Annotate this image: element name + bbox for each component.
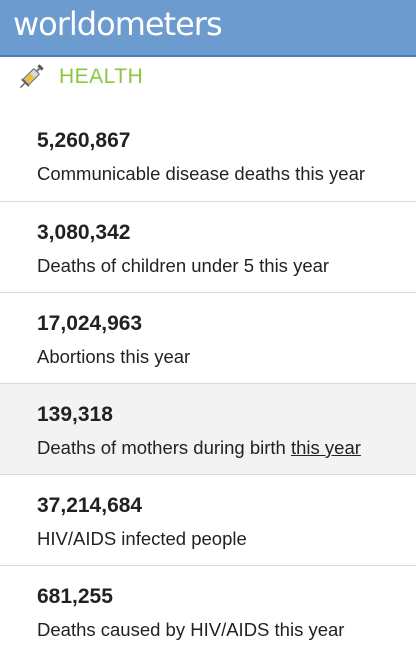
stat-label: Communicable disease deaths this year	[37, 163, 366, 184]
list-item[interactable]: 37,214,684 HIV/AIDS infected people	[0, 474, 416, 565]
syringe-icon	[19, 64, 44, 89]
list-item[interactable]: 139,318 Deaths of mothers during birth t…	[0, 383, 416, 474]
site-header: worldometers	[0, 0, 416, 57]
stat-value: 3,080,342	[37, 221, 131, 244]
list-item[interactable]: 5,260,867 Communicable disease deaths th…	[0, 110, 416, 201]
list-item[interactable]: 681,255 Deaths caused by HIV/AIDS this y…	[0, 565, 416, 656]
list-item[interactable]: 17,024,963 Abortions this year	[0, 292, 416, 383]
stat-label: Abortions this year	[37, 346, 191, 367]
stat-label: Deaths caused by HIV/AIDS this year	[37, 619, 345, 640]
site-logo[interactable]: worldometers	[13, 6, 223, 42]
stat-label: HIV/AIDS infected people	[37, 528, 247, 549]
stat-label-text: Deaths of mothers during birth	[37, 437, 291, 458]
stat-label: Deaths of mothers during birth this year	[37, 436, 361, 460]
stats-list: 5,260,867 Communicable disease deaths th…	[0, 110, 416, 656]
section-title[interactable]: HEALTH	[59, 64, 143, 90]
this-year-link[interactable]: this year	[291, 437, 361, 458]
stat-value: 17,024,963	[37, 312, 143, 335]
stat-value: 5,260,867	[37, 129, 131, 152]
stat-label: Deaths of children under 5 this year	[37, 255, 330, 276]
health-section-header: HEALTH	[0, 57, 416, 107]
stat-value: 37,214,684	[37, 494, 143, 517]
stat-value: 139,318	[37, 403, 113, 426]
list-item[interactable]: 3,080,342 Deaths of children under 5 thi…	[0, 201, 416, 292]
stat-value: 681,255	[37, 585, 113, 608]
